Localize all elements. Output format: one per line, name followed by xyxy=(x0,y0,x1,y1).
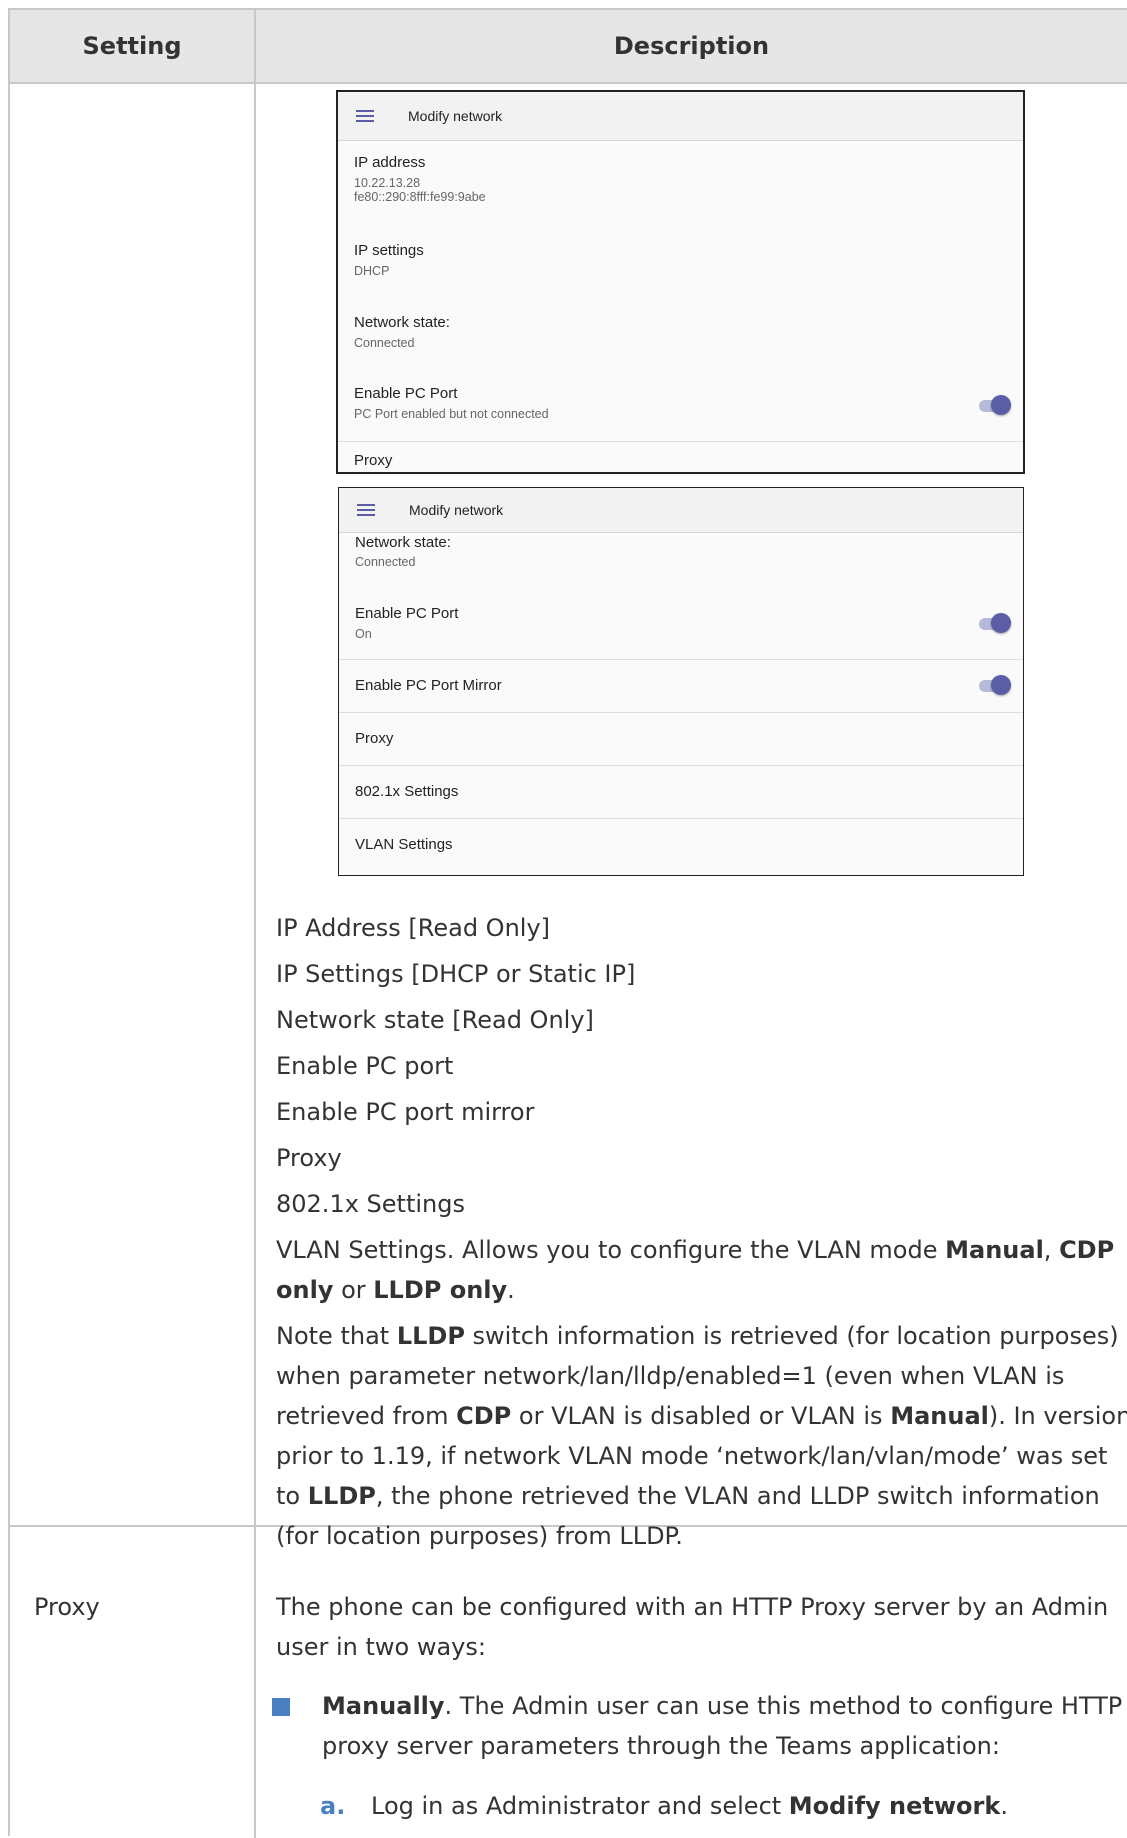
item-title: Enable PC Port xyxy=(354,385,458,402)
text: , xyxy=(1043,1236,1060,1264)
item-sub: On xyxy=(355,627,372,641)
item-sub: 10.22.13.28 xyxy=(354,176,421,190)
text: . xyxy=(1000,1792,1008,1820)
text-bold: Manual xyxy=(945,1236,1044,1264)
screen-header: Modify network xyxy=(339,488,1023,533)
text: Log in as Administrator and select xyxy=(371,1792,789,1820)
enable-pc-port-toggle[interactable] xyxy=(979,613,1011,633)
item-title: IP address xyxy=(354,154,426,171)
text: ). In versions xyxy=(988,1402,1127,1430)
item-sub: DHCP xyxy=(354,264,390,278)
bullet-line-2: proxy server parameters through the Team… xyxy=(322,1732,1000,1760)
text-bold: LLDP only xyxy=(373,1276,508,1304)
header-setting: Setting xyxy=(82,32,182,60)
text: . xyxy=(507,1276,515,1304)
option-line: Enable PC port xyxy=(276,1052,454,1080)
item-title: Network state: xyxy=(354,314,450,331)
item-sub: fe80::290:8fff:fe99:9abe xyxy=(354,190,486,204)
step-letter: a. xyxy=(320,1792,346,1820)
text-bold: only xyxy=(276,1276,334,1304)
proxy-intro-2: user in two ways: xyxy=(276,1633,486,1661)
note-line-4: prior to 1.19, if network VLAN mode ‘net… xyxy=(276,1442,1108,1470)
item-sub: Connected xyxy=(355,555,416,569)
option-line: Enable PC port mirror xyxy=(276,1098,535,1126)
item-title: Enable PC Port Mirror xyxy=(355,677,502,694)
text-bold: CDP xyxy=(1059,1236,1115,1264)
text: retrieved from xyxy=(276,1402,457,1430)
text-bold: LLDP xyxy=(307,1482,376,1510)
bullet-line-1: Manually. The Admin user can use this me… xyxy=(322,1686,1122,1726)
modify-network-screenshot-2: Modify network Network state: Connected … xyxy=(338,487,1024,876)
text: Note that xyxy=(276,1322,397,1350)
divider xyxy=(339,712,1023,713)
setting-proxy: Proxy xyxy=(34,1593,100,1621)
item-title: IP settings xyxy=(354,242,424,259)
text: switch information is retrieved (for loc… xyxy=(464,1322,1119,1350)
text: VLAN Settings. Allows you to configure t… xyxy=(276,1236,946,1264)
column-divider xyxy=(254,10,256,1838)
text: or VLAN is disabled or VLAN is xyxy=(511,1402,891,1430)
divider xyxy=(339,765,1023,766)
item-title: Proxy xyxy=(354,452,393,469)
bullet-square-icon xyxy=(272,1698,290,1716)
screen-header: Modify network xyxy=(338,92,1023,141)
enable-pc-port-toggle[interactable] xyxy=(979,395,1011,415)
text: to xyxy=(276,1482,308,1510)
step-line: Log in as Administrator and select Modif… xyxy=(371,1786,1008,1826)
modify-network-screenshot-1: Modify network IP address 10.22.13.28 fe… xyxy=(336,90,1025,474)
note-line-2: when parameter network/lan/lldp/enabled=… xyxy=(276,1362,1065,1390)
screen-title: Modify network xyxy=(408,108,503,124)
option-line: IP Settings [DHCP or Static IP] xyxy=(276,960,636,988)
item-sub: Connected xyxy=(354,336,415,350)
vlan-line-1: VLAN Settings. Allows you to configure t… xyxy=(276,1230,1114,1270)
enable-pc-port-mirror-toggle[interactable] xyxy=(979,675,1011,695)
option-line: Proxy xyxy=(276,1144,342,1172)
item-title: VLAN Settings xyxy=(355,836,453,853)
text-bold: CDP xyxy=(456,1402,512,1430)
vlan-line-2: only or LLDP only. xyxy=(276,1270,515,1310)
item-title: Network state: xyxy=(355,534,451,551)
text-bold: Manual xyxy=(890,1402,989,1430)
divider xyxy=(339,659,1023,660)
text-bold: Manually xyxy=(322,1692,445,1720)
option-line: Network state [Read Only] xyxy=(276,1006,594,1034)
divider xyxy=(338,441,1023,442)
option-line: IP Address [Read Only] xyxy=(276,914,551,942)
divider xyxy=(339,818,1023,819)
hamburger-menu-icon xyxy=(356,110,374,122)
text: . The Admin user can use this method to … xyxy=(444,1692,1123,1720)
item-title: Enable PC Port xyxy=(355,605,459,622)
header-description: Description xyxy=(613,32,770,60)
note-line-3: retrieved from CDP or VLAN is disabled o… xyxy=(276,1396,1127,1436)
option-line: 802.1x Settings xyxy=(276,1190,465,1218)
item-title: Proxy xyxy=(355,730,394,747)
item-sub: PC Port enabled but not connected xyxy=(354,407,549,421)
note-line-5: to LLDP, the phone retrieved the VLAN an… xyxy=(276,1476,1100,1516)
table-header: Setting Description xyxy=(10,10,1127,84)
note-line-6: (for location purposes) from LLDP. xyxy=(276,1522,683,1550)
text: , the phone retrieved the VLAN and LLDP … xyxy=(375,1482,1100,1510)
item-title: 802.1x Settings xyxy=(355,783,459,800)
proxy-intro-1: The phone can be configured with an HTTP… xyxy=(276,1593,1109,1621)
hamburger-menu-icon xyxy=(357,504,375,516)
screen-title: Modify network xyxy=(409,502,504,518)
note-line-1: Note that LLDP switch information is ret… xyxy=(276,1316,1119,1356)
text-bold: Modify network xyxy=(788,1792,1001,1820)
text: or xyxy=(333,1276,374,1304)
text-bold: LLDP xyxy=(396,1322,465,1350)
